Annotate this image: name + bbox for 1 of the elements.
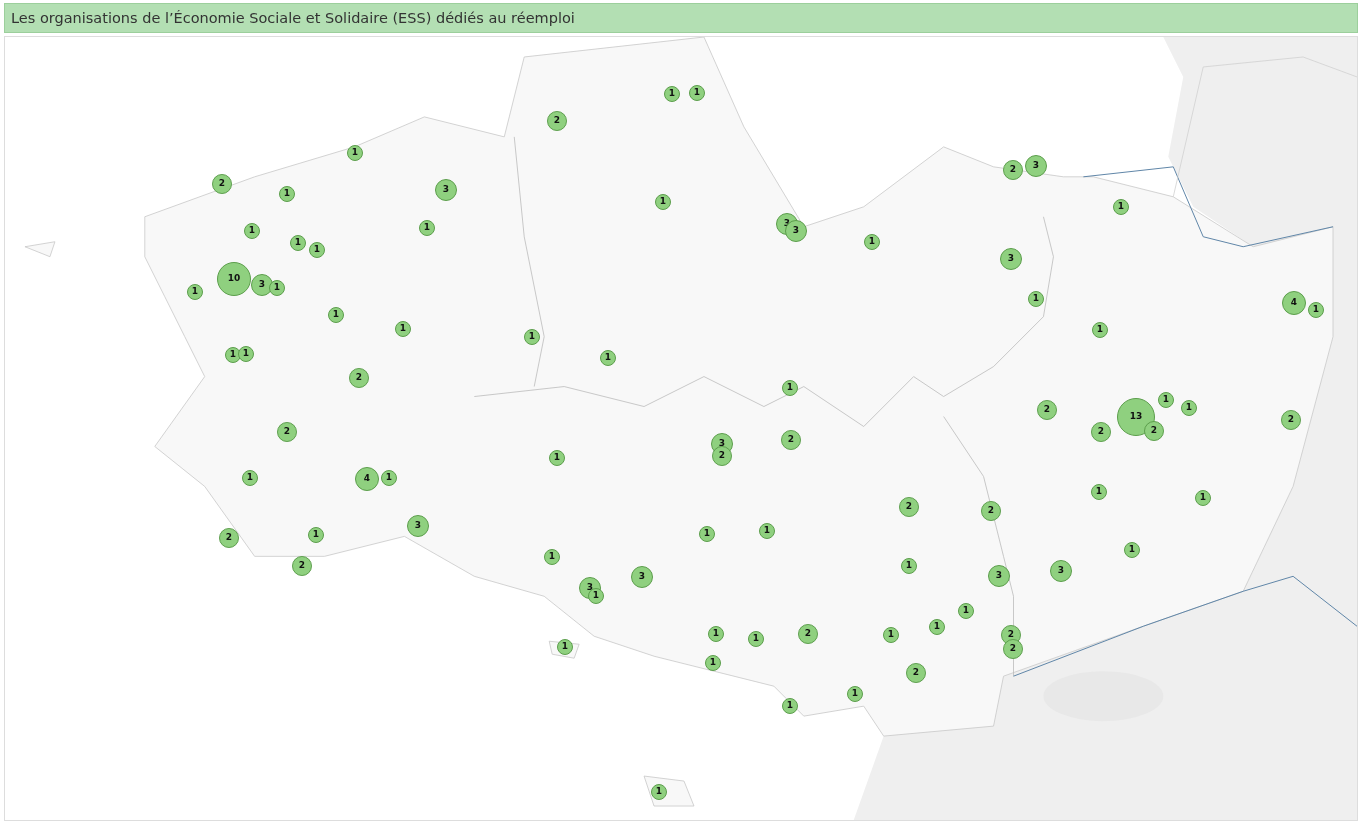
dashboard-title: Les organisations de l’Économie Sociale et Solidaire (ESS) dédiés au réemploi — [4, 3, 1358, 33]
